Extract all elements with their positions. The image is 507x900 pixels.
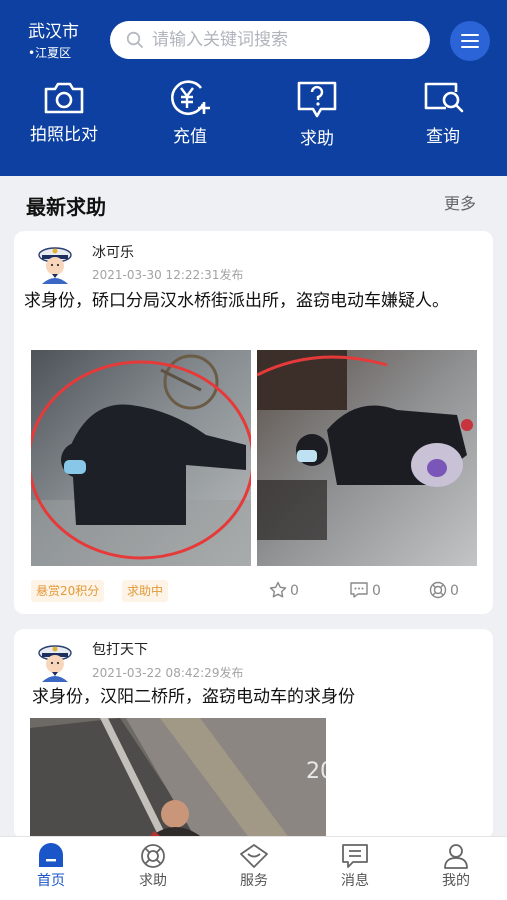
- city-selector[interactable]: 武汉市: [28, 22, 79, 42]
- yuan-plus-icon: [171, 80, 210, 115]
- heart-diamond-icon: [240, 844, 268, 868]
- quick-action-label: 拍照比对: [30, 125, 98, 145]
- search-input[interactable]: 请输入关键词搜索: [110, 21, 430, 59]
- comment-count: 0: [372, 583, 381, 599]
- post-text: 求身份，汉阳二桥所，盗窃电动车的求身份: [32, 687, 355, 707]
- header-bar: 武汉市 •江夏区 请输入关键词搜索 拍照比对 充值 求助 查询: [0, 0, 507, 176]
- help-post-card[interactable]: 冰可乐 2021-03-30 12:22:31发布 求身份，硚口分局汉水桥街派出…: [14, 231, 493, 614]
- menu-icon-line: [461, 40, 479, 43]
- section-title: 最新求助: [26, 195, 106, 219]
- quick-action-label: 查询: [426, 127, 460, 147]
- lifebuoy-icon: [141, 844, 165, 868]
- help-count: 0: [450, 583, 459, 599]
- help-stat[interactable]: 0: [429, 580, 459, 602]
- like-count: 0: [290, 583, 299, 599]
- post-time: 2021-03-30 12:22:31发布: [92, 268, 244, 282]
- quick-action-query[interactable]: 查询: [393, 80, 493, 160]
- question-bubble-icon: [297, 81, 337, 118]
- menu-icon: [461, 34, 479, 37]
- tab-home[interactable]: 首页: [11, 843, 91, 899]
- camera-icon: [44, 82, 84, 114]
- post-photo[interactable]: [31, 350, 251, 566]
- tab-messages[interactable]: 消息: [315, 843, 395, 899]
- photo-overlay-text: 20: [306, 759, 326, 784]
- district-label[interactable]: •江夏区: [28, 46, 71, 60]
- police-avatar: [38, 247, 72, 284]
- quick-action-label: 求助: [300, 129, 334, 149]
- comment-stat[interactable]: 0: [349, 580, 381, 602]
- help-post-card[interactable]: 包打天下 2021-03-22 08:42:29发布 求身份，汉阳二桥所，盗窃电…: [14, 629, 493, 839]
- tab-label: 消息: [341, 873, 369, 889]
- police-avatar: [38, 645, 72, 682]
- star-icon: [269, 581, 287, 598]
- search-placeholder: 请输入关键词搜索: [152, 30, 288, 50]
- more-link[interactable]: 更多: [444, 193, 476, 215]
- quick-action-photo-compare[interactable]: 拍照比对: [14, 80, 114, 160]
- tab-me[interactable]: 我的: [416, 843, 496, 899]
- quick-action-label: 充值: [173, 127, 207, 147]
- quick-action-recharge[interactable]: 充值: [140, 80, 240, 160]
- tab-label: 服务: [240, 873, 268, 889]
- status-badge: 求助中: [122, 580, 169, 602]
- comment-icon: [350, 582, 368, 598]
- home-icon: [39, 843, 63, 867]
- post-photo[interactable]: 20: [30, 718, 326, 839]
- reward-badge: 悬赏20积分: [31, 580, 105, 602]
- tab-label: 我的: [442, 873, 470, 889]
- tab-service[interactable]: 服务: [214, 843, 294, 899]
- lifebuoy-icon: [429, 581, 447, 599]
- search-card-icon: [424, 82, 464, 113]
- tab-label: 求助: [139, 873, 167, 889]
- quick-action-help[interactable]: 求助: [267, 80, 367, 160]
- menu-button[interactable]: [450, 21, 490, 61]
- post-text: 求身份，硚口分局汉水桥街派出所，盗窃电动车嫌疑人。: [24, 291, 449, 311]
- post-username[interactable]: 包打天下: [92, 641, 148, 659]
- menu-icon-line: [461, 46, 479, 49]
- post-username[interactable]: 冰可乐: [92, 244, 134, 262]
- tab-label: 首页: [37, 873, 65, 889]
- post-time: 2021-03-22 08:42:29发布: [92, 666, 244, 680]
- message-icon: [342, 844, 368, 868]
- user-icon: [444, 844, 468, 869]
- like-stat[interactable]: 0: [269, 580, 299, 602]
- tab-help[interactable]: 求助: [113, 843, 193, 899]
- post-photo[interactable]: [257, 350, 477, 566]
- search-icon: [126, 31, 143, 48]
- bottom-tab-bar: 首页 求助 服务 消息 我的: [0, 836, 507, 900]
